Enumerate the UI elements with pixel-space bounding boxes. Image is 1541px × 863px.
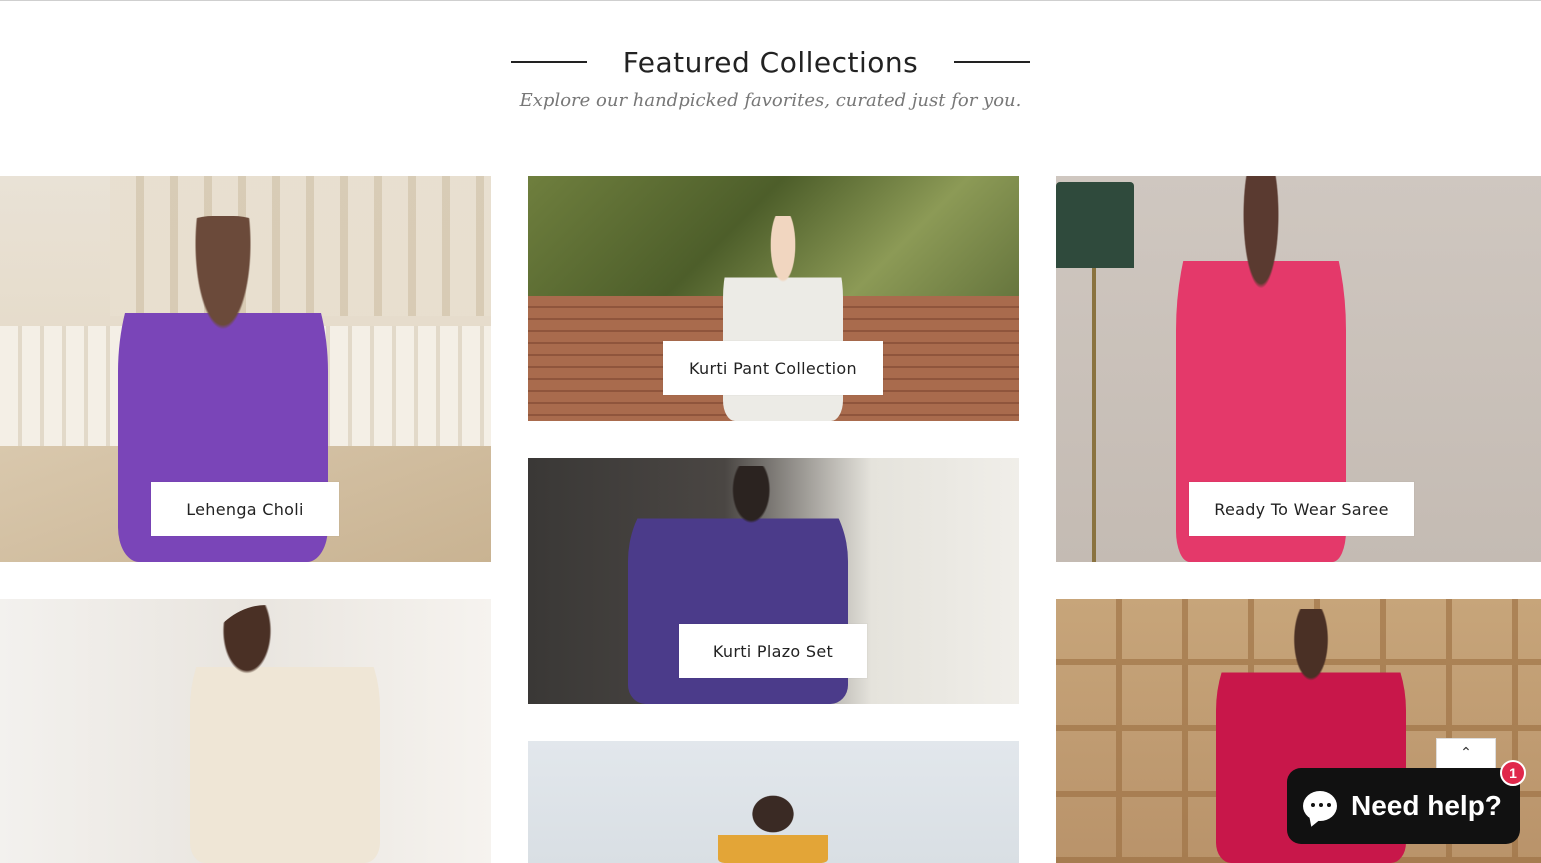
title-line-right xyxy=(954,61,1031,63)
image-detail xyxy=(1056,182,1134,268)
chat-widget-button[interactable]: Need help? xyxy=(1287,768,1520,844)
section-title: Featured Collections xyxy=(622,45,919,79)
featured-collections-header: Featured Collections Explore our handpic… xyxy=(0,40,1541,111)
collection-label-button[interactable]: Kurti Pant Collection xyxy=(663,341,883,395)
title-line-left xyxy=(510,61,587,63)
section-subtitle: Explore our handpicked favorites, curate… xyxy=(519,90,1022,111)
chat-unread-badge: 1 xyxy=(1500,760,1526,786)
collection-card-kurti-plazo-set[interactable]: Kurti Plazo Set xyxy=(528,458,1019,704)
model-figure xyxy=(718,793,828,863)
chat-label: Need help? xyxy=(1351,790,1502,821)
title-row: Featured Collections xyxy=(0,40,1541,84)
collection-card[interactable] xyxy=(528,741,1019,863)
collection-card[interactable] xyxy=(0,599,491,863)
collection-label-button[interactable]: Kurti Plazo Set xyxy=(679,624,867,678)
collection-card-lehenga-choli[interactable]: Lehenga Choli xyxy=(0,176,491,562)
model-figure xyxy=(190,605,380,863)
top-divider xyxy=(0,0,1541,1)
collection-label-button[interactable]: Ready To Wear Saree xyxy=(1189,482,1414,536)
collection-card-ready-to-wear-saree[interactable]: Ready To Wear Saree xyxy=(1056,176,1541,562)
image-detail xyxy=(1092,268,1096,562)
chevron-up-icon: ⌃ xyxy=(1460,745,1472,761)
collection-card-kurti-pant[interactable]: Kurti Pant Collection xyxy=(528,176,1019,421)
collection-label-button[interactable]: Lehenga Choli xyxy=(151,482,339,536)
chat-bubble-icon xyxy=(1303,791,1337,821)
